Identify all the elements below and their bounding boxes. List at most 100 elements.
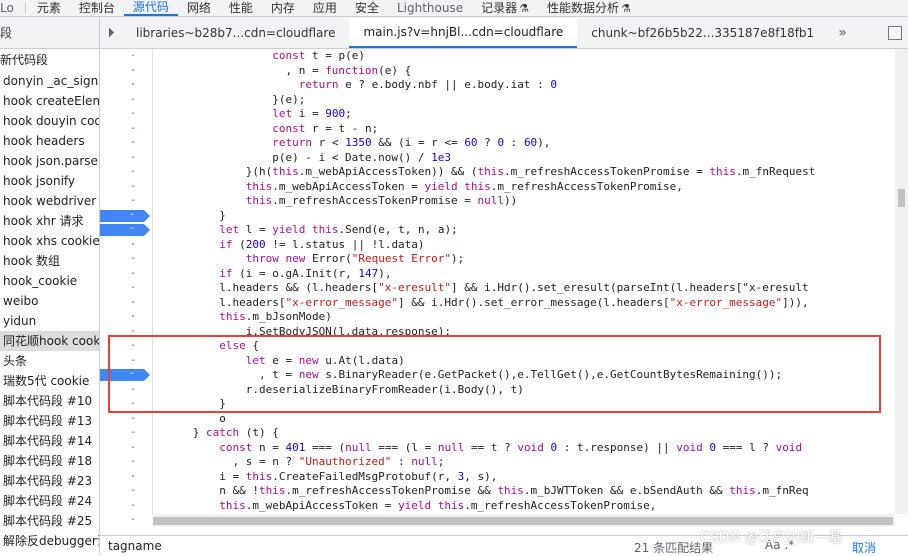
cancel-button[interactable]: 取消: [852, 539, 876, 556]
snippet-item[interactable]: hook headers: [0, 131, 99, 151]
code-line[interactable]: return r < 1350 && (i = r <= 60 ? 0 : 60…: [153, 136, 550, 151]
snippet-item[interactable]: 脚本代码段 #24: [0, 491, 99, 511]
code-line[interactable]: i = this.CreateFailedMsgProtobuf(r, 3, s…: [153, 470, 497, 485]
code-line[interactable]: this.m_bJsonMode): [153, 310, 332, 325]
line-marker[interactable]: -: [130, 281, 142, 296]
tab-security[interactable]: 安全: [346, 0, 388, 16]
snippet-item[interactable]: hook webdriver: [0, 191, 99, 211]
line-marker[interactable]: -: [130, 513, 142, 528]
file-tab-active[interactable]: main.js?v=hnjBl...cdn=cloudflare: [349, 17, 578, 48]
snippet-item[interactable]: 脚本代码段 #25: [0, 511, 99, 531]
code-line[interactable]: let i = 900;: [153, 107, 352, 122]
line-marker[interactable]: -: [130, 484, 142, 499]
code-line[interactable]: }: [153, 209, 226, 224]
line-marker[interactable]: -: [130, 165, 142, 180]
tab-lighthouse[interactable]: Lighthouse: [388, 0, 472, 16]
snippet-item[interactable]: weibo: [0, 291, 99, 311]
line-marker[interactable]: -: [130, 93, 142, 108]
tab-memory[interactable]: 内存: [262, 0, 304, 16]
code-line[interactable]: , s = n ? "Unauthorized" : null;: [153, 455, 444, 470]
snippet-item[interactable]: hook json.parse: [0, 151, 99, 171]
line-marker[interactable]: -: [130, 252, 142, 267]
breakpoint-marker[interactable]: -: [100, 223, 150, 236]
line-marker[interactable]: -: [130, 412, 142, 427]
search-input[interactable]: tagname: [108, 539, 162, 553]
breakpoint-marker[interactable]: -: [100, 209, 150, 222]
tab-partial[interactable]: Lo: [0, 0, 23, 16]
line-marker[interactable]: -: [130, 78, 142, 93]
snippet-item[interactable]: 脚本代码段 #13: [0, 411, 99, 431]
line-marker[interactable]: -: [130, 267, 142, 282]
file-tab[interactable]: chunk~bf26b5b22...335187e8f18fb1: [577, 18, 828, 48]
code-line[interactable]: p(e) - i < Date.now() / 1e3: [153, 151, 451, 166]
code-line[interactable]: l.headers["x-error_message"] && i.Hdr().…: [153, 296, 808, 311]
vertical-scrollbar[interactable]: [895, 49, 908, 514]
tab-elements[interactable]: 元素: [28, 0, 70, 16]
code-line[interactable]: const n = 401 === (null === (l = null ==…: [153, 441, 802, 456]
line-marker[interactable]: -: [130, 107, 142, 122]
tab-application[interactable]: 应用: [304, 0, 346, 16]
code-line[interactable]: , n = function(e) {: [153, 64, 411, 79]
tab-sources[interactable]: 源代码: [123, 0, 178, 16]
line-marker[interactable]: -: [130, 194, 142, 209]
line-marker[interactable]: -: [130, 180, 142, 195]
line-marker[interactable]: -: [130, 470, 142, 485]
code-line[interactable]: } catch (t) {: [153, 426, 279, 441]
snippet-item[interactable]: hook xhs cookie: [0, 231, 99, 251]
snippet-item[interactable]: donyin _ac_signature: [0, 71, 99, 91]
new-snippet-button[interactable]: 新代码段: [0, 49, 99, 71]
line-marker[interactable]: -: [130, 426, 142, 441]
scrollbar-thumb[interactable]: [153, 517, 893, 525]
snippet-item[interactable]: yidun: [0, 311, 99, 331]
tab-performance-insights[interactable]: 性能数据分析 ⚗: [538, 0, 640, 17]
code-line[interactable]: this.m_refreshAccessTokenPromise = null)…: [153, 194, 518, 209]
code-line[interactable]: let l = yield this.Send(e, t, n, a);: [153, 223, 457, 238]
line-marker[interactable]: -: [130, 499, 142, 514]
line-marker[interactable]: -: [130, 49, 142, 64]
toggle-debugger-icon[interactable]: [888, 26, 902, 40]
code-line[interactable]: }(h(this.m_webApiAccessToken)) && (this.…: [153, 165, 816, 180]
tab-network[interactable]: 网络: [178, 0, 220, 16]
code-line[interactable]: this.m_webApiAccessToken = yield this.m_…: [153, 499, 656, 514]
snippet-item[interactable]: 瑞数5代 cookie: [0, 371, 99, 391]
line-marker[interactable]: -: [130, 64, 142, 79]
snippet-item[interactable]: 解除反debugger调: [0, 531, 99, 551]
code-line[interactable]: this.m_webApiAccessToken = yield this.m_…: [153, 180, 683, 195]
line-marker[interactable]: -: [130, 238, 142, 253]
line-marker[interactable]: -: [130, 455, 142, 470]
code-line[interactable]: const t = p(e): [153, 49, 365, 64]
code-line[interactable]: throw new Error("Request Error");: [153, 252, 465, 267]
tab-console[interactable]: 控制台: [70, 0, 124, 16]
tab-recorder[interactable]: 记录器 ⚗: [472, 0, 538, 17]
snippet-item[interactable]: 脚本代码段 #23: [0, 471, 99, 491]
file-tab[interactable]: libraries~b28b7...cdn=cloudflare: [122, 18, 349, 48]
scrollbar-thumb[interactable]: [898, 189, 905, 207]
code-line[interactable]: if (200 != l.status || !l.data): [153, 238, 424, 253]
sidebar-header-label[interactable]: 段: [0, 24, 12, 41]
snippet-item[interactable]: hook_cookie: [0, 271, 99, 291]
more-tabs-icon[interactable]: »: [838, 25, 847, 41]
snippet-item[interactable]: hook jsonify: [0, 171, 99, 191]
snippet-item[interactable]: 头条: [0, 351, 99, 371]
snippet-item[interactable]: 脚本代码段 #14: [0, 431, 99, 451]
snippet-item[interactable]: hook douyin cookie: [0, 111, 99, 131]
snippet-item[interactable]: 脚本代码段 #18: [0, 451, 99, 471]
line-marker[interactable]: -: [130, 122, 142, 137]
snippet-item[interactable]: hook 数组: [0, 251, 99, 271]
snippet-item[interactable]: hook xhr 请求: [0, 211, 99, 231]
tab-performance[interactable]: 性能: [220, 0, 262, 16]
line-marker[interactable]: -: [130, 441, 142, 456]
code-line[interactable]: o: [153, 412, 226, 427]
code-editor[interactable]: const t = p(e) , n = function(e) { retur…: [153, 49, 895, 514]
code-line[interactable]: const r = t - n;: [153, 122, 378, 137]
toggle-navigator-icon[interactable]: ⏵: [100, 25, 122, 41]
code-line[interactable]: }(e);: [153, 93, 305, 108]
snippet-item[interactable]: hook createElement: [0, 91, 99, 111]
code-line[interactable]: n && !this.m_refreshAccessTokenPromise &…: [153, 484, 808, 499]
horizontal-scrollbar[interactable]: [153, 514, 895, 527]
line-gutter[interactable]: ------------------------------------: [100, 49, 153, 525]
code-line[interactable]: if (i = o.gA.Init(r, 147),: [153, 267, 391, 282]
line-marker[interactable]: -: [130, 151, 142, 166]
code-line[interactable]: return e ? e.body.nbf || e.body.iat : 0: [153, 78, 557, 93]
line-marker[interactable]: -: [130, 136, 142, 151]
